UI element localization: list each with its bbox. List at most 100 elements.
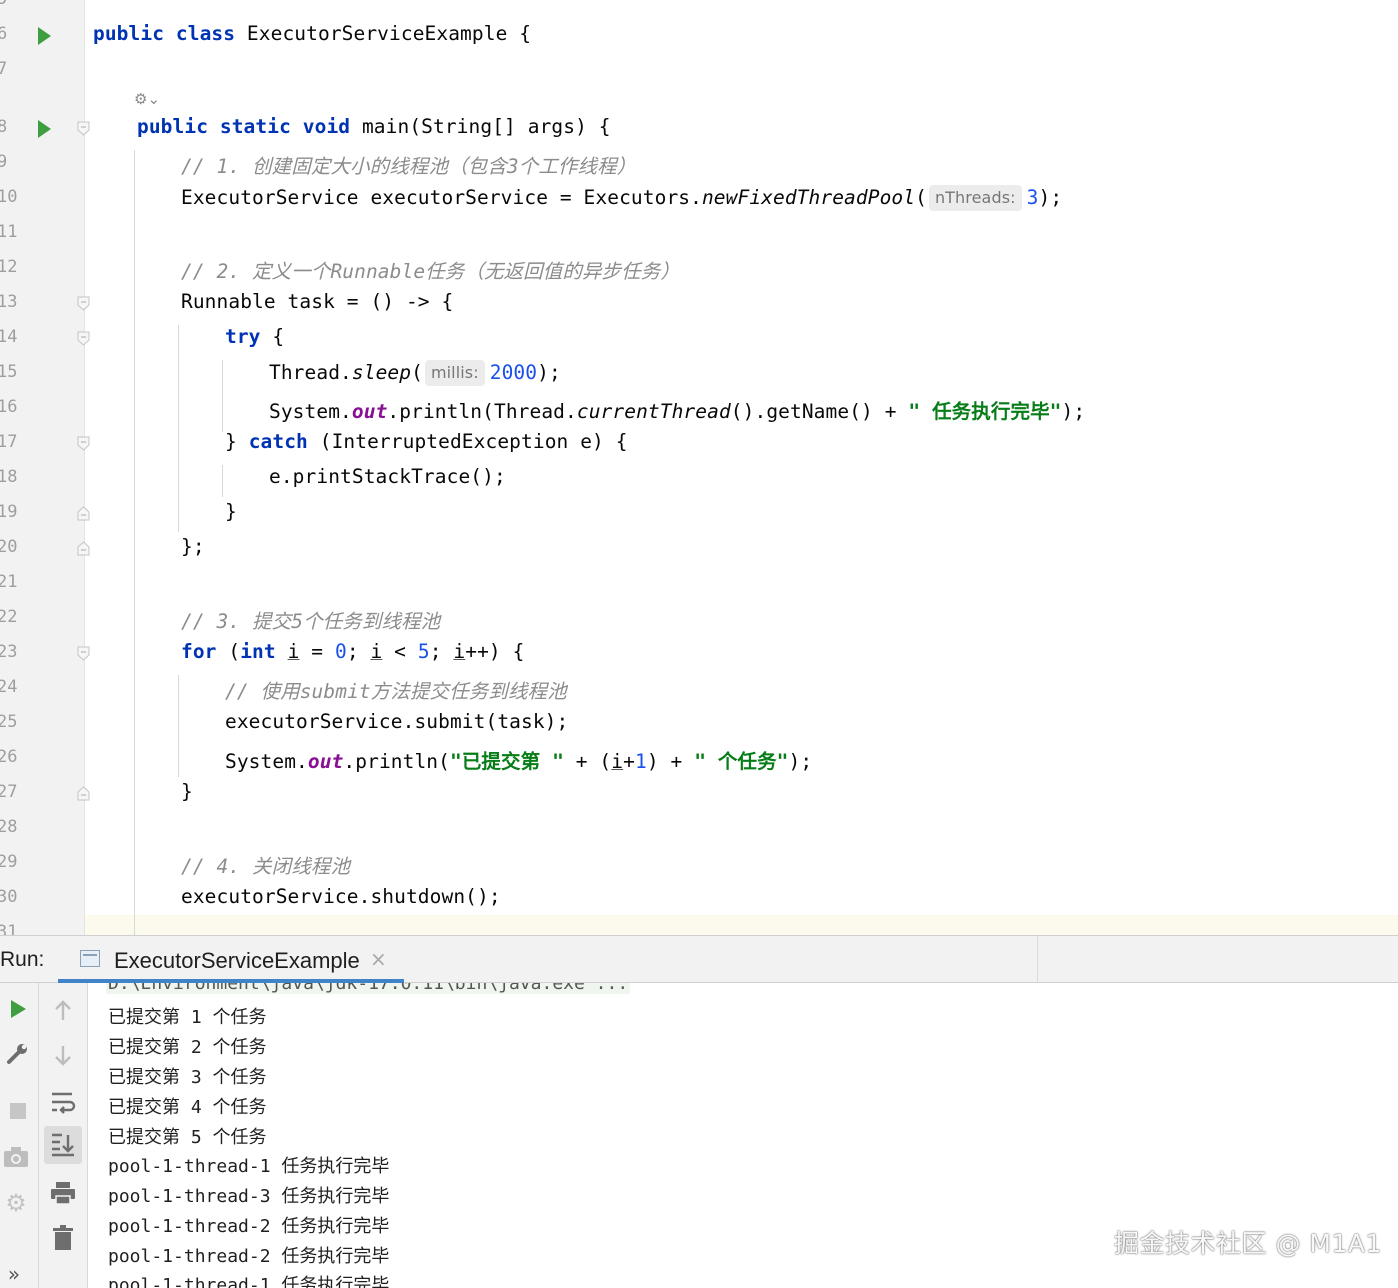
code-line: 19 } xyxy=(0,496,1398,531)
run-main-icon[interactable] xyxy=(38,120,51,138)
line-number: 18 xyxy=(0,467,18,487)
line-number: 17 xyxy=(0,432,18,452)
code-line: 17 } catch (InterruptedException e) { xyxy=(0,426,1398,461)
watermark: 掘金技术社区 @ M1A1 xyxy=(1114,1229,1382,1258)
camera-icon[interactable] xyxy=(1,1143,31,1171)
code-text: System.out.println(Thread.currentThread(… xyxy=(269,400,1086,423)
soft-wrap-icon[interactable] xyxy=(47,1087,79,1117)
fold-open-icon[interactable] xyxy=(77,436,90,451)
more-icon[interactable]: » xyxy=(1,1262,27,1286)
spring-bean-gear-icon[interactable]: ⚙⌄ xyxy=(134,90,160,108)
code-text: for (int i = 0; i < 5; i++) { xyxy=(181,640,525,663)
run-toolbar-primary: ⚙ » xyxy=(0,983,39,1288)
line-number: 28 xyxy=(0,817,18,837)
console-line: 已提交第 5 个任务 xyxy=(108,1127,267,1148)
run-toolbar-secondary xyxy=(39,983,88,1288)
arrow-up-icon[interactable] xyxy=(48,997,78,1025)
comment: // 1. 创建固定大小的线程池（包含3个工作线程） xyxy=(181,155,637,178)
line-number: 21 xyxy=(0,572,18,592)
code-line: 21 xyxy=(0,566,1398,601)
arrow-down-icon[interactable] xyxy=(48,1041,78,1069)
line-number: 24 xyxy=(0,677,18,697)
code-text: executorService.shutdown(); xyxy=(181,885,501,908)
line-number: 25 xyxy=(0,712,18,732)
fold-close-icon[interactable] xyxy=(77,541,90,556)
comment: // 使用submit方法提交任务到线程池 xyxy=(225,680,567,703)
code-text: } xyxy=(225,500,237,523)
code-line: 13 Runnable task = () -> { xyxy=(0,286,1398,321)
console-line: 已提交第 1 个任务 xyxy=(108,1007,267,1028)
code-line: 15 Thread.sleep(millis: 2000); xyxy=(0,356,1398,391)
code-line: 29 // 4. 关闭线程池 xyxy=(0,846,1398,881)
code-line: 27 } xyxy=(0,776,1398,811)
comment: // 2. 定义一个Runnable任务（无返回值的异步任务） xyxy=(181,260,680,283)
code-text: public static void main(String[] args) { xyxy=(137,115,611,138)
code-text: try { xyxy=(225,325,285,348)
line-number: 15 xyxy=(0,362,18,382)
code-editor[interactable]: ⚙⌄ 5 6 public class ExecutorServiceExamp… xyxy=(0,0,1398,935)
code-line: 28 xyxy=(0,811,1398,846)
code-line: 16 System.out.println(Thread.currentThre… xyxy=(0,391,1398,426)
fold-open-icon[interactable] xyxy=(77,296,90,311)
code-line: 18 e.printStackTrace(); xyxy=(0,461,1398,496)
run-class-icon[interactable] xyxy=(38,27,51,45)
line-number: 20 xyxy=(0,537,18,557)
console-line: 已提交第 4 个任务 xyxy=(108,1097,267,1118)
line-number: 6 xyxy=(0,24,8,44)
console-window-icon xyxy=(80,950,100,967)
fold-open-icon[interactable] xyxy=(77,331,90,346)
console-line: 已提交第 2 个任务 xyxy=(108,1037,267,1058)
code-line: 12 // 2. 定义一个Runnable任务（无返回值的异步任务） xyxy=(0,251,1398,286)
code-line: 22 // 3. 提交5个任务到线程池 xyxy=(0,601,1398,636)
line-number: 29 xyxy=(0,852,18,872)
line-number: 10 xyxy=(0,187,18,207)
line-number: 16 xyxy=(0,397,18,417)
code-line: 8 public static void main(String[] args)… xyxy=(0,111,1398,146)
print-icon[interactable] xyxy=(47,1178,79,1208)
line-number: 11 xyxy=(0,222,18,242)
console-line: pool-1-thread-3 任务执行完毕 xyxy=(108,1186,390,1207)
code-text: } catch (InterruptedException e) { xyxy=(225,430,628,453)
line-number: 12 xyxy=(0,257,18,277)
code-line: 30 executorService.shutdown(); xyxy=(0,881,1398,916)
line-number: 31 xyxy=(0,922,18,935)
line-number: 7 xyxy=(0,59,8,79)
run-tool-window-header: Run: ExecutorServiceExample × xyxy=(0,935,1398,983)
rerun-icon[interactable] xyxy=(3,995,33,1023)
wrench-icon[interactable] xyxy=(3,1040,33,1068)
scroll-to-end-icon[interactable] xyxy=(44,1126,82,1164)
settings-icon[interactable]: ⚙ xyxy=(1,1189,31,1217)
console-line: pool-1-thread-2 任务执行完毕 xyxy=(108,1246,390,1267)
tab-title: ExecutorServiceExample xyxy=(114,948,360,973)
console-command-line: D:\Environment\java\jdk-17.0.11\bin\java… xyxy=(106,983,631,994)
code-text: e.printStackTrace(); xyxy=(269,465,506,488)
code-line: 7 xyxy=(0,53,1398,88)
stop-icon[interactable] xyxy=(3,1097,33,1125)
comment: // 4. 关闭线程池 xyxy=(181,855,351,878)
fold-open-icon[interactable] xyxy=(77,121,90,136)
line-number: 19 xyxy=(0,502,18,522)
line-number: 30 xyxy=(0,887,18,907)
code-line: 25 executorService.submit(task); xyxy=(0,706,1398,741)
code-line: 24 // 使用submit方法提交任务到线程池 xyxy=(0,671,1398,706)
code-line: 5 xyxy=(0,0,1398,18)
fold-close-icon[interactable] xyxy=(77,786,90,801)
code-text: System.out.println("已提交第 " + (i+1) + " 个… xyxy=(225,750,813,773)
close-icon[interactable]: × xyxy=(370,947,387,971)
line-number: 5 xyxy=(0,0,21,9)
run-label: Run: xyxy=(0,948,45,971)
code-text: executorService.submit(task); xyxy=(225,710,569,733)
code-line: 6 public class ExecutorServiceExample { xyxy=(0,18,1398,53)
code-text: Runnable task = () -> { xyxy=(181,290,454,313)
parameter-hint: nThreads: xyxy=(928,185,1022,211)
code-line: 9 // 1. 创建固定大小的线程池（包含3个工作线程） xyxy=(0,146,1398,181)
run-configuration-tab[interactable]: ExecutorServiceExample × xyxy=(58,936,404,983)
trash-icon[interactable] xyxy=(48,1223,78,1253)
fold-close-icon[interactable] xyxy=(77,506,90,521)
fold-open-icon[interactable] xyxy=(77,646,90,661)
console-line: pool-1-thread-1 任务执行完毕 xyxy=(108,1156,390,1177)
code-line: 31 xyxy=(0,916,1398,935)
line-number: 22 xyxy=(0,607,18,627)
code-text: ExecutorService executorService = Execut… xyxy=(181,185,1063,211)
line-number: 13 xyxy=(0,292,18,312)
